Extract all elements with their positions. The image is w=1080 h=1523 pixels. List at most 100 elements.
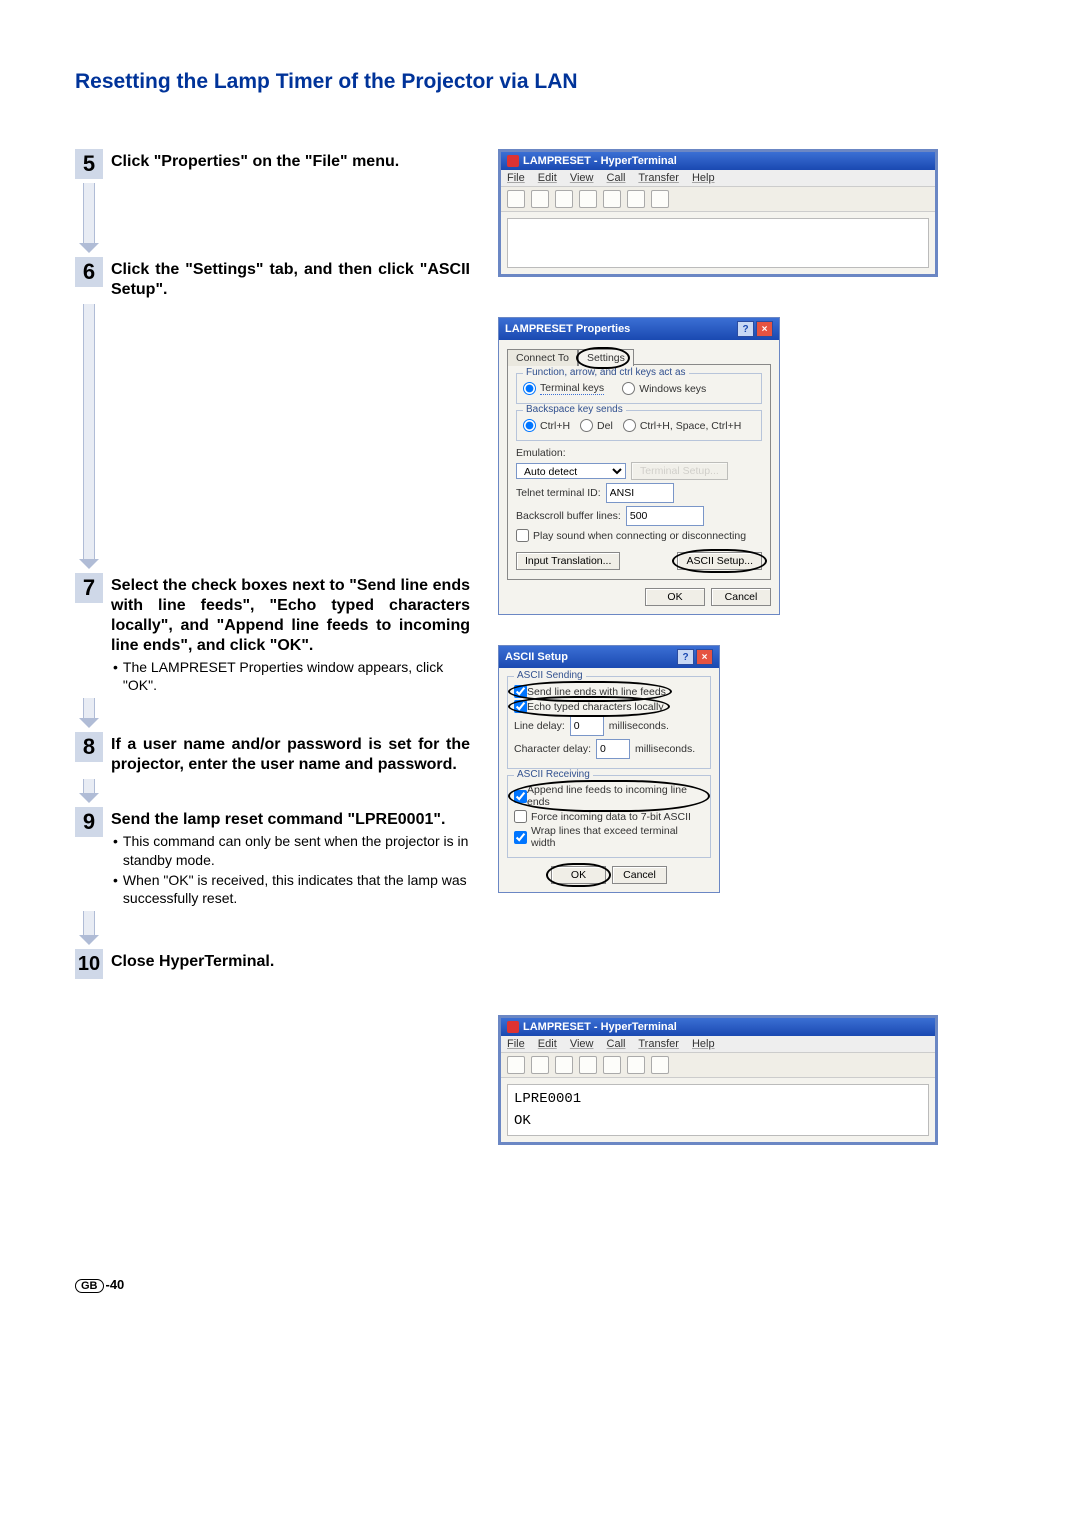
send-line-ends-checkbox[interactable]: Send line ends with line feeds: [514, 685, 704, 698]
titlebar: LAMPRESET - HyperTerminal: [501, 1018, 935, 1036]
menu-view[interactable]: View: [570, 1038, 594, 1050]
connector-arrow: [75, 304, 103, 569]
menu-help[interactable]: Help: [692, 1038, 715, 1050]
emulation-select[interactable]: Auto detect: [516, 463, 626, 479]
toolbar-icon[interactable]: [651, 190, 669, 208]
play-sound-checkbox[interactable]: Play sound when connecting or disconnect…: [516, 529, 762, 542]
group-label: Backspace key sends: [523, 404, 626, 415]
step-number: 6: [75, 257, 103, 287]
append-lf-checkbox[interactable]: Append line feeds to incoming line ends: [514, 784, 704, 808]
titlebar: LAMPRESET Properties ? ×: [499, 318, 779, 340]
ascii-setup-dialog: ASCII Setup ? × ASCII Sending Send line …: [498, 645, 720, 893]
window-title: LAMPRESET - HyperTerminal: [523, 155, 677, 167]
toolbar-icon[interactable]: [555, 190, 573, 208]
char-delay-label: Character delay:: [514, 743, 591, 755]
menu-edit[interactable]: Edit: [538, 1038, 557, 1050]
step-sub: This command can only be sent when the p…: [111, 832, 470, 868]
radio-terminal-keys[interactable]: Terminal keys: [523, 382, 604, 395]
tab-settings[interactable]: Settings: [578, 349, 634, 366]
close-button[interactable]: ×: [756, 321, 773, 337]
step-title: Close HyperTerminal.: [111, 952, 274, 972]
menu-transfer[interactable]: Transfer: [638, 172, 679, 184]
toolbar-icon[interactable]: [579, 190, 597, 208]
input-translation-button[interactable]: Input Translation...: [516, 552, 620, 570]
terminal-setup-button: Terminal Setup...: [631, 462, 728, 480]
output-line: OK: [514, 1113, 922, 1129]
step-6: 6 Click the "Settings" tab, and then cli…: [75, 257, 470, 300]
hyperterminal-window: LAMPRESET - HyperTerminal File Edit View…: [498, 149, 938, 277]
connector-arrow: [75, 698, 103, 728]
menubar: File Edit View Call Transfer Help: [501, 170, 935, 186]
app-icon: [507, 1021, 519, 1033]
telnet-id-input[interactable]: [606, 483, 674, 503]
ascii-setup-button[interactable]: ASCII Setup...: [677, 552, 762, 570]
step-8: 8 If a user name and/or password is set …: [75, 732, 470, 775]
emulation-label: Emulation:: [516, 447, 566, 459]
toolbar-icon[interactable]: [507, 190, 525, 208]
menu-file[interactable]: File: [507, 1038, 525, 1050]
connector-arrow: [75, 779, 103, 803]
step-7: 7 Select the check boxes next to "Send l…: [75, 573, 470, 694]
app-icon: [507, 155, 519, 167]
char-delay-input[interactable]: [596, 739, 630, 759]
telnet-id-label: Telnet terminal ID:: [516, 487, 601, 499]
page-title: Resetting the Lamp Timer of the Projecto…: [75, 70, 1005, 94]
cancel-button[interactable]: Cancel: [612, 866, 667, 884]
output-line: LPRE0001: [514, 1091, 922, 1107]
radio-windows-keys[interactable]: Windows keys: [622, 382, 706, 395]
toolbar-icon[interactable]: [603, 190, 621, 208]
help-button[interactable]: ?: [737, 321, 754, 337]
toolbar-icon[interactable]: [651, 1056, 669, 1074]
window-title: LAMPRESET - HyperTerminal: [523, 1021, 677, 1033]
toolbar-icon[interactable]: [627, 1056, 645, 1074]
echo-typed-checkbox[interactable]: Echo typed characters locally: [514, 700, 704, 713]
menu-help[interactable]: Help: [692, 172, 715, 184]
dialog-title: LAMPRESET Properties: [505, 323, 630, 335]
group-label: Function, arrow, and ctrl keys act as: [523, 367, 689, 378]
terminal-output: [507, 218, 929, 268]
toolbar-icon[interactable]: [555, 1056, 573, 1074]
radio-ctrl-h[interactable]: Ctrl+H: [523, 419, 570, 432]
step-10: 10 Close HyperTerminal.: [75, 949, 470, 979]
wrap-lines-checkbox[interactable]: Wrap lines that exceed terminal width: [514, 825, 704, 849]
ok-button[interactable]: OK: [551, 866, 606, 884]
toolbar-icon[interactable]: [579, 1056, 597, 1074]
menu-file[interactable]: File: [507, 172, 525, 184]
menu-view[interactable]: View: [570, 172, 594, 184]
menu-call[interactable]: Call: [607, 172, 626, 184]
ok-button[interactable]: OK: [645, 588, 705, 606]
backscroll-input[interactable]: [626, 506, 704, 526]
force-7bit-checkbox[interactable]: Force incoming data to 7-bit ASCII: [514, 810, 704, 823]
toolbar-icon[interactable]: [531, 190, 549, 208]
step-title: Click "Properties" on the "File" menu.: [111, 152, 399, 172]
region-badge: GB: [75, 1279, 104, 1293]
toolbar-icon[interactable]: [507, 1056, 525, 1074]
step-5: 5 Click "Properties" on the "File" menu.: [75, 149, 470, 179]
terminal-output: LPRE0001 OK: [507, 1084, 929, 1136]
menubar: File Edit View Call Transfer Help: [501, 1036, 935, 1052]
properties-dialog: LAMPRESET Properties ? × Connect To Sett…: [498, 317, 780, 615]
cancel-button[interactable]: Cancel: [711, 588, 771, 606]
dialog-title: ASCII Setup: [505, 651, 568, 663]
titlebar: ASCII Setup ? ×: [499, 646, 719, 668]
toolbar: [501, 1052, 935, 1078]
toolbar-icon[interactable]: [603, 1056, 621, 1074]
step-title: Send the lamp reset command "LPRE0001".: [111, 810, 470, 830]
toolbar: [501, 186, 935, 212]
radio-del[interactable]: Del: [580, 419, 613, 432]
step-title: Click the "Settings" tab, and then click…: [111, 260, 470, 300]
menu-edit[interactable]: Edit: [538, 172, 557, 184]
toolbar-icon[interactable]: [531, 1056, 549, 1074]
tab-connect-to[interactable]: Connect To: [507, 349, 578, 366]
close-button[interactable]: ×: [696, 649, 713, 665]
connector-arrow: [75, 911, 103, 945]
backscroll-label: Backscroll buffer lines:: [516, 510, 621, 522]
radio-ctrl-h-space[interactable]: Ctrl+H, Space, Ctrl+H: [623, 419, 742, 432]
menu-transfer[interactable]: Transfer: [638, 1038, 679, 1050]
line-delay-input[interactable]: [570, 716, 604, 736]
step-sub: The LAMPRESET Properties window appears,…: [111, 658, 470, 694]
help-button[interactable]: ?: [677, 649, 694, 665]
step-number: 5: [75, 149, 103, 179]
menu-call[interactable]: Call: [607, 1038, 626, 1050]
toolbar-icon[interactable]: [627, 190, 645, 208]
